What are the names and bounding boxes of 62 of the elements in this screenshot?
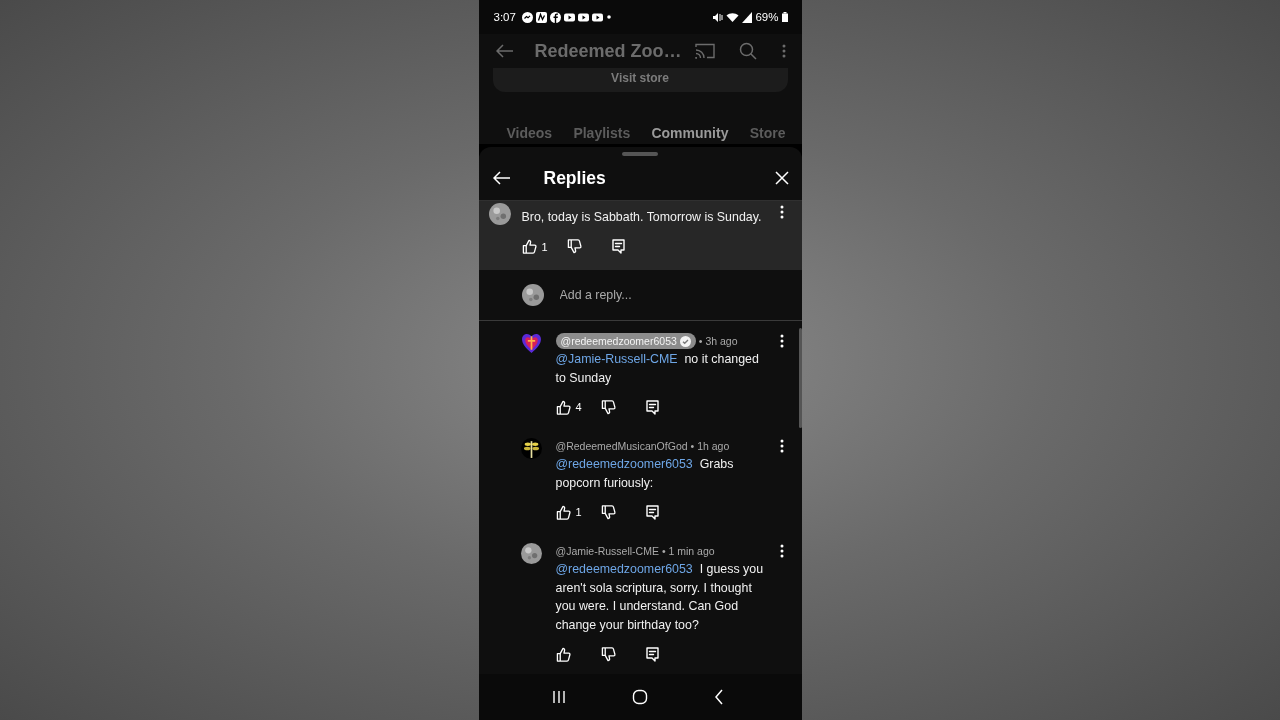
cast-icon[interactable] — [694, 43, 715, 59]
mention-link[interactable]: @redeemedzoomer6053 — [555, 562, 693, 576]
reply-icon[interactable] — [645, 646, 659, 662]
wifi-icon — [726, 11, 740, 23]
mention-link[interactable]: @redeemedzoomer6053 — [555, 457, 693, 471]
facebook-icon — [549, 11, 561, 23]
comment-text: Bro, today is Sabbath. Tomorrow is Sunday. — [521, 209, 763, 226]
moon-avatar[interactable] — [488, 203, 511, 225]
moon-avatar[interactable] — [521, 284, 544, 306]
video-play-icon — [577, 11, 589, 23]
app-icon — [535, 11, 547, 23]
heart-avatar[interactable] — [520, 333, 542, 354]
comment-time: • 3h ago — [698, 335, 738, 347]
comment-time: • 1 min ago — [661, 545, 715, 557]
visit-store-button[interactable]: Visit store — [492, 68, 788, 92]
signal-icon — [742, 11, 753, 23]
battery-icon — [781, 12, 788, 22]
dislike-icon[interactable] — [566, 239, 582, 254]
like-icon[interactable] — [555, 646, 571, 662]
status-time: 3:07 — [493, 11, 516, 23]
more-icon[interactable] — [779, 439, 784, 453]
more-icon[interactable] — [779, 544, 784, 558]
dislike-icon[interactable] — [600, 399, 616, 415]
mention-link[interactable]: @Jamie-Russell-CME — [555, 352, 678, 366]
like-icon[interactable] — [555, 504, 571, 520]
comment-text: @Jamie-Russell-CME no it changed to Sunday — [555, 351, 760, 387]
like-count: 1 — [541, 240, 549, 253]
comment-text: @redeemedzoomer6053 Grabs popcorn furiously: — [555, 456, 735, 492]
channel-title: Redeemed Zoo… — [534, 40, 683, 62]
battery-percent: 69% — [755, 11, 779, 23]
comment-author[interactable]: @RedeemedMusicanOfGod — [555, 440, 688, 452]
reply-icon[interactable] — [611, 239, 625, 254]
comment-author[interactable]: @Jamie-Russell-CME — [555, 545, 659, 557]
more-icon[interactable] — [779, 205, 784, 219]
like-icon[interactable] — [521, 239, 537, 254]
more-icon[interactable] — [779, 334, 784, 348]
home-icon[interactable] — [631, 689, 648, 705]
recent-apps-icon[interactable] — [551, 690, 566, 704]
close-icon[interactable] — [774, 171, 789, 185]
like-icon[interactable] — [555, 399, 571, 415]
dislike-icon[interactable] — [600, 504, 616, 520]
drag-handle[interactable] — [622, 152, 658, 156]
comment-text: @redeemedzoomer6053 I guess you aren't sola scriptura, sorry. I thought you were. I understand. Can God change your birthday too? — [555, 561, 765, 634]
reply-icon[interactable] — [645, 504, 659, 520]
search-icon[interactable] — [738, 42, 757, 60]
sheet-title: Replies — [543, 167, 607, 189]
moon-avatar[interactable] — [520, 543, 542, 564]
verified-icon — [679, 335, 691, 347]
like-count: 4 — [575, 401, 583, 413]
video-play-icon — [563, 11, 575, 23]
video-play-icon — [591, 11, 603, 23]
dislike-icon[interactable] — [600, 646, 616, 662]
comment-time: • 1h ago — [690, 440, 730, 452]
reply-field[interactable]: Add a reply... — [557, 287, 802, 303]
dot-icon — [605, 14, 612, 20]
reply-icon[interactable] — [645, 399, 659, 415]
like-count: 1 — [575, 506, 583, 518]
mute-icon — [712, 11, 724, 23]
channel-tab[interactable]: Community — [651, 122, 729, 144]
chat-icon — [521, 11, 533, 23]
scrollbar[interactable] — [798, 328, 802, 428]
sprig-avatar[interactable] — [520, 438, 542, 459]
